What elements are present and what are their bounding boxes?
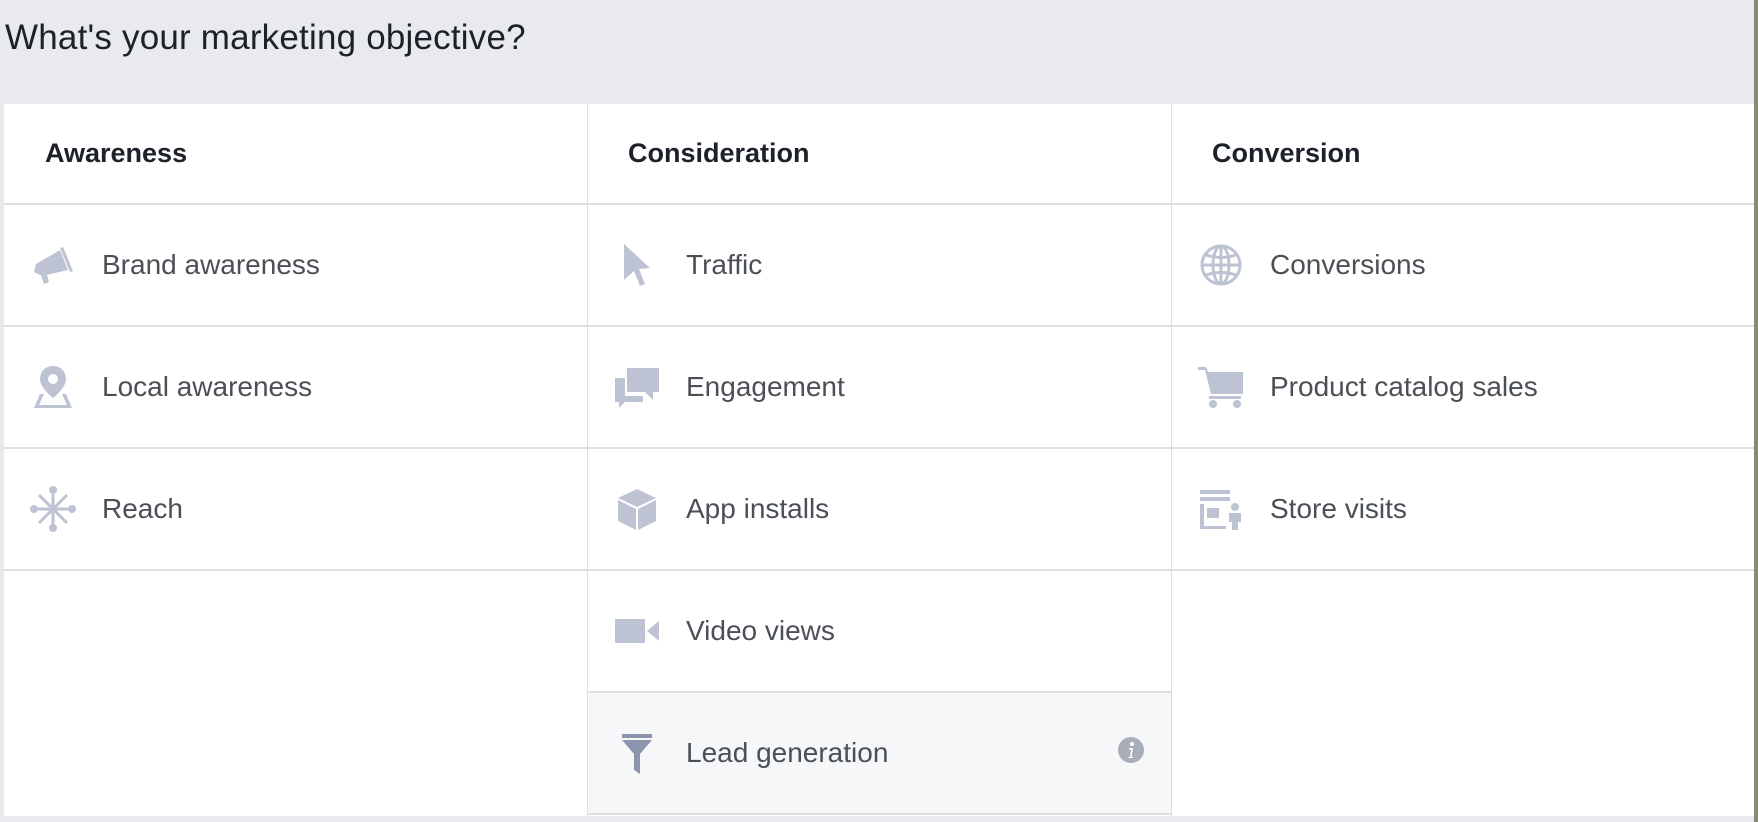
objective-traffic[interactable]: Traffic — [588, 205, 1171, 327]
cursor-icon — [612, 240, 662, 290]
objective-store-visits[interactable]: Store visits — [1172, 449, 1754, 571]
objective-label: Reach — [102, 493, 183, 524]
objective-label: Local awareness — [102, 371, 313, 402]
shopping-cart-icon — [1196, 362, 1246, 412]
column-consideration: Consideration Traffic Engagement App ins… — [588, 104, 1172, 816]
objective-label: Engagement — [686, 371, 845, 402]
column-header-consideration: Consideration — [588, 104, 1171, 205]
objective-brand-awareness[interactable]: Brand awareness — [4, 205, 587, 327]
globe-icon — [1196, 240, 1246, 290]
objective-conversions[interactable]: Conversions — [1172, 205, 1754, 327]
objective-video-views[interactable]: Video views — [588, 571, 1171, 693]
column-awareness: Awareness Brand awareness Local awarenes… — [4, 104, 588, 816]
page-title: What's your marketing objective? — [5, 18, 526, 57]
objective-label: Store visits — [1270, 493, 1407, 524]
objective-app-installs[interactable]: App installs — [588, 449, 1171, 571]
objective-label: Traffic — [686, 249, 763, 280]
objective-product-catalog-sales[interactable]: Product catalog sales — [1172, 327, 1754, 449]
objective-label: Conversions — [1270, 249, 1426, 280]
objective-reach[interactable]: Reach — [4, 449, 587, 571]
column-header-conversion: Conversion — [1172, 104, 1754, 205]
column-header-awareness: Awareness — [4, 104, 587, 205]
objective-label: Video views — [686, 615, 835, 646]
store-person-icon — [1196, 484, 1246, 534]
funnel-icon — [612, 728, 662, 778]
video-camera-icon — [612, 606, 662, 656]
objective-lead-generation[interactable]: Lead generation — [588, 693, 1171, 815]
box-icon — [612, 484, 662, 534]
megaphone-icon — [28, 240, 78, 290]
objective-page: What's your marketing objective? Awarene… — [0, 0, 1758, 822]
objectives-panel: Awareness Brand awareness Local awarenes… — [4, 104, 1754, 816]
speech-bubbles-icon — [612, 362, 662, 412]
column-conversion: Conversion Conversions Product catalog s… — [1172, 104, 1754, 816]
info-icon[interactable] — [1117, 736, 1145, 764]
objective-local-awareness[interactable]: Local awareness — [4, 327, 587, 449]
map-pin-icon — [28, 362, 78, 412]
objective-engagement[interactable]: Engagement — [588, 327, 1171, 449]
objective-label: Brand awareness — [102, 249, 320, 280]
title-bar: What's your marketing objective? — [0, 0, 1758, 104]
objective-label: Product catalog sales — [1270, 371, 1538, 402]
objective-label: App installs — [686, 493, 830, 524]
reach-network-icon — [28, 484, 78, 534]
window-edge — [1754, 0, 1758, 822]
objective-label: Lead generation — [686, 737, 889, 768]
